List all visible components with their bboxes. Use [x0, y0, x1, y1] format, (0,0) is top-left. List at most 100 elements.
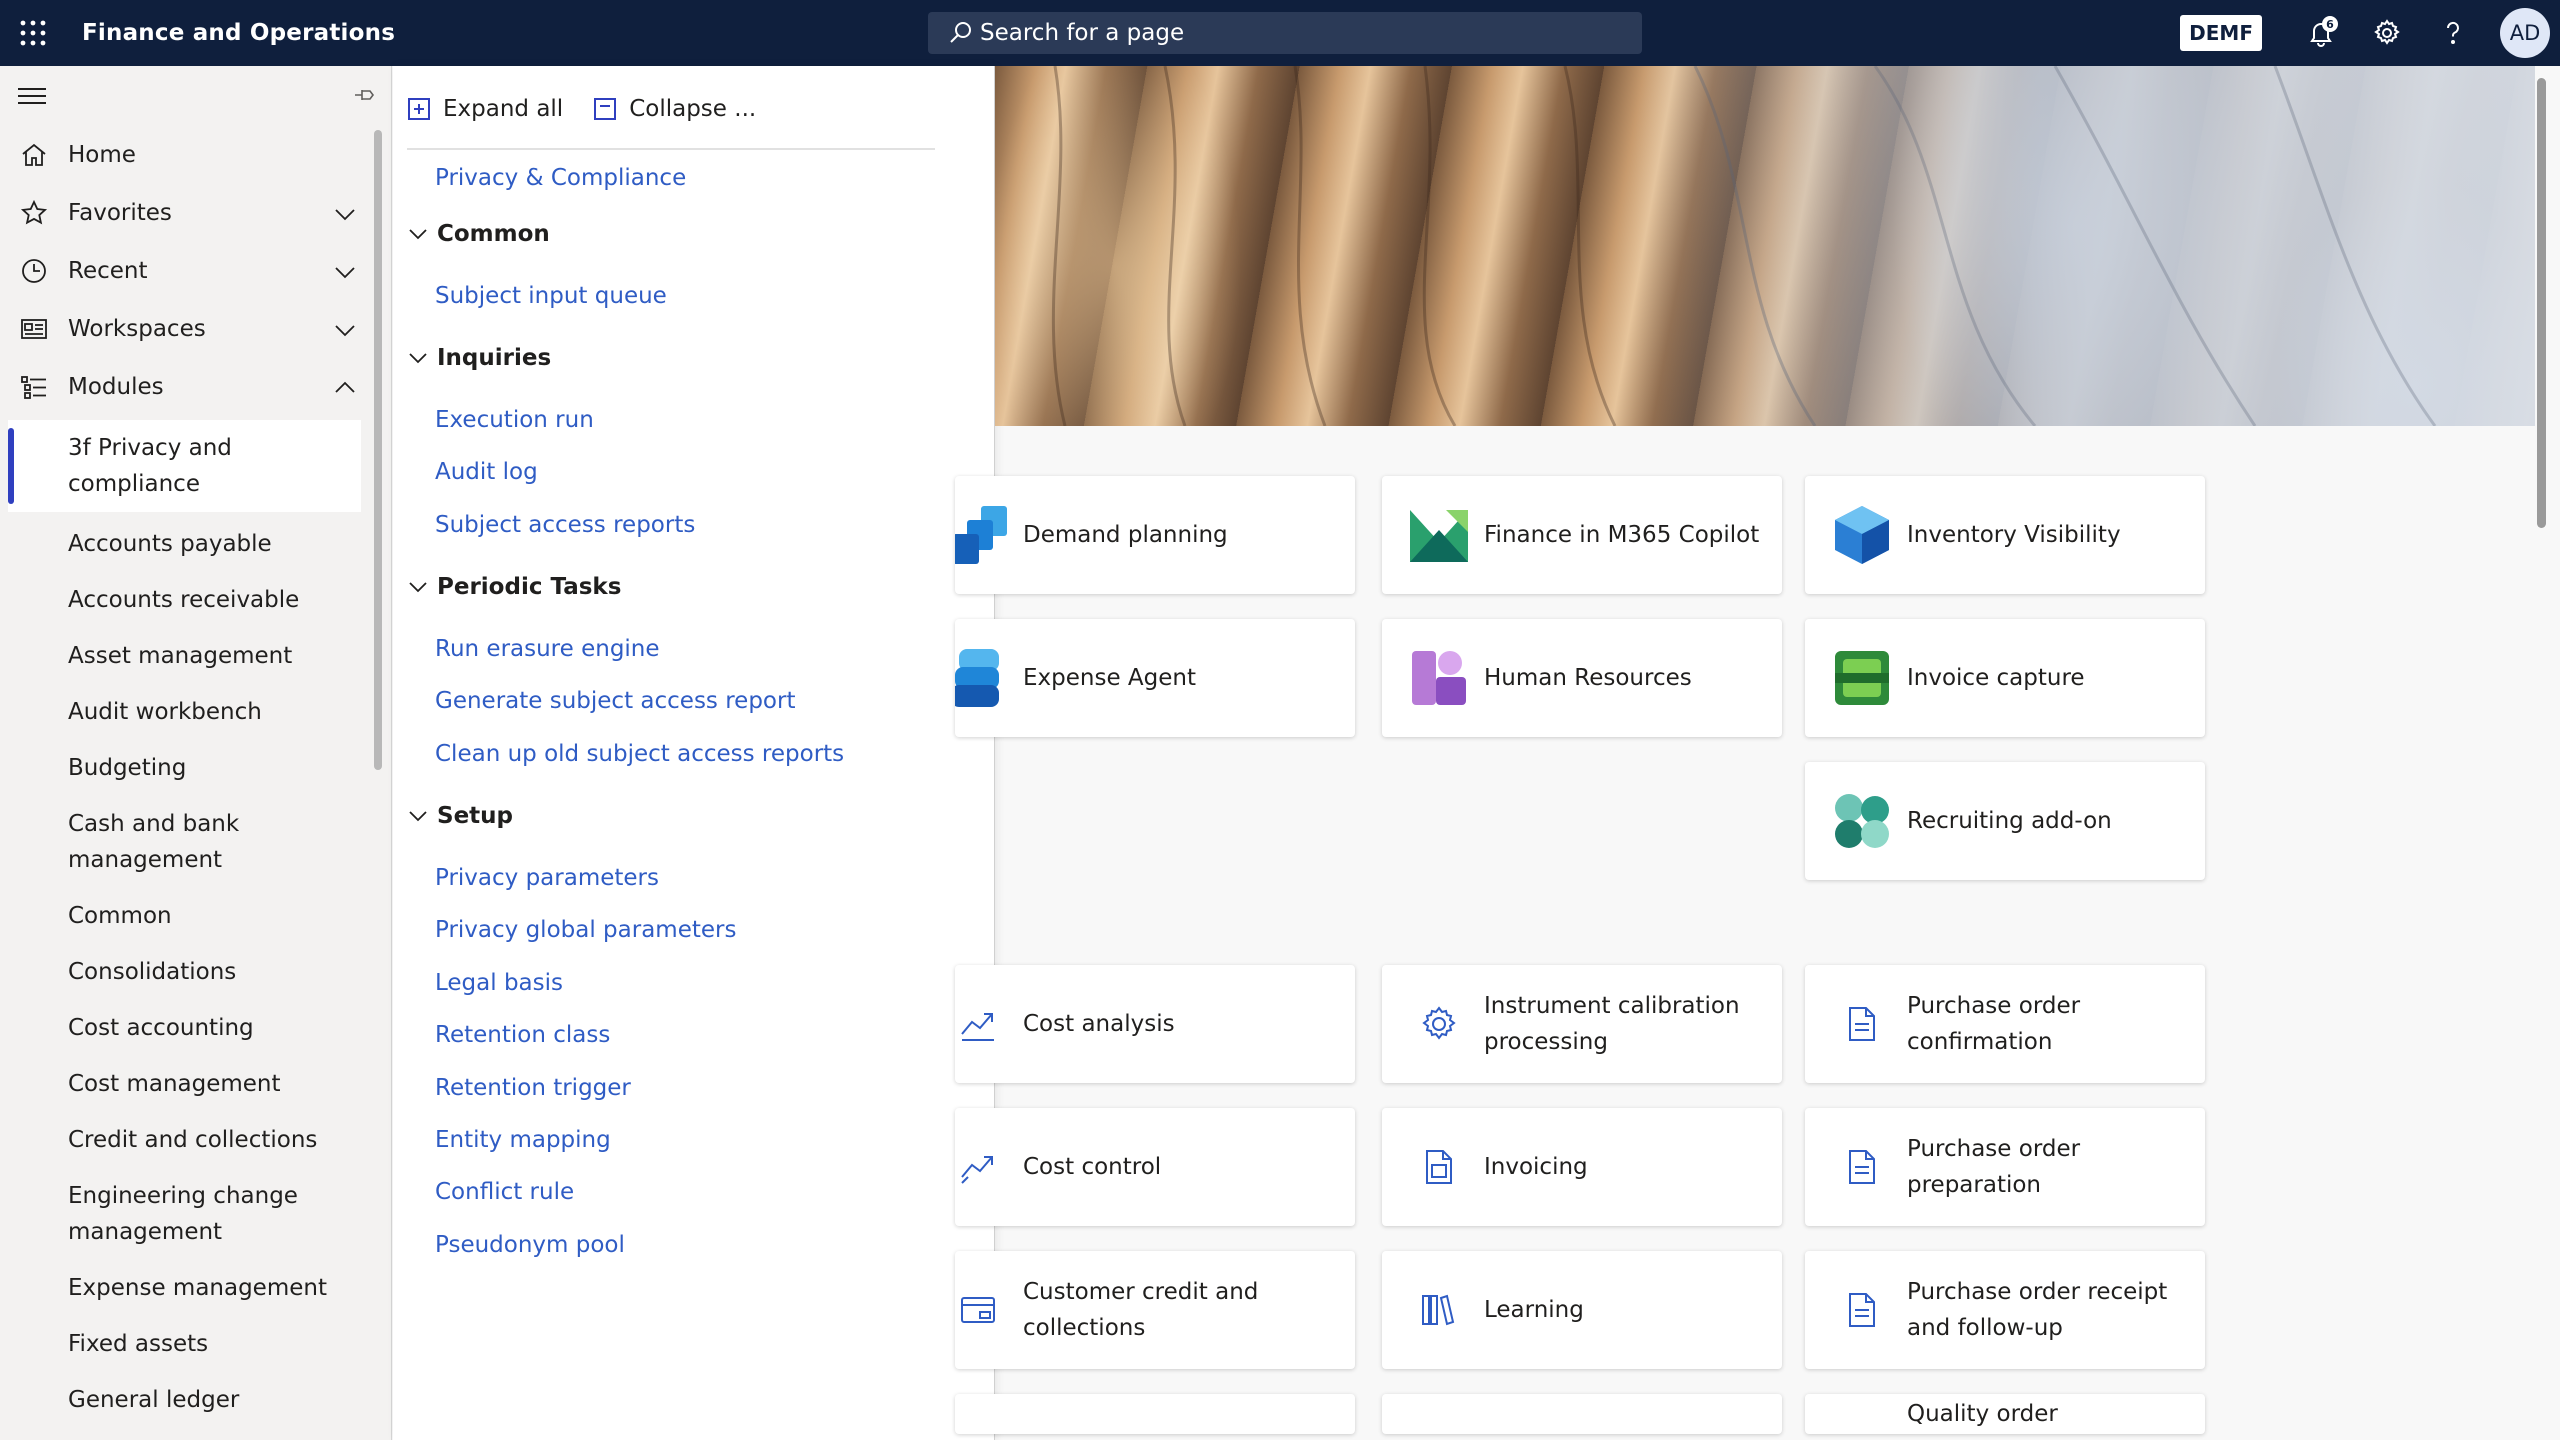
flyout-link[interactable]: Run erasure engine [435, 636, 660, 662]
module-item[interactable]: Asset management [0, 628, 391, 684]
module-item[interactable]: Expense management [0, 1260, 391, 1316]
flyout-link[interactable]: Subject access reports [435, 512, 695, 538]
chevron-down-icon [409, 811, 427, 822]
top-bar: Finance and Operations Search for a page… [0, 0, 2560, 66]
app-launcher-icon[interactable] [0, 0, 66, 66]
flyout-link[interactable]: Privacy global parameters [435, 917, 736, 943]
nav-item-label: Home [68, 142, 136, 168]
document-icon [1829, 1134, 1895, 1200]
tile-partial[interactable] [955, 1394, 1355, 1434]
chevron-down-icon[interactable] [332, 259, 358, 285]
invoice-icon [1406, 1134, 1472, 1200]
module-item[interactable]: Cash and bank management [0, 796, 391, 888]
flyout-link[interactable]: Retention trigger [435, 1075, 631, 1101]
search-placeholder: Search for a page [980, 20, 1185, 46]
expand-all-button[interactable]: Expand all [407, 96, 563, 122]
flyout-link[interactable]: Audit log [435, 459, 538, 485]
flyout-link[interactable]: Privacy parameters [435, 865, 659, 891]
tile-purchase-order-preparation[interactable]: Purchase order preparation [1805, 1108, 2205, 1226]
tile-demand-planning[interactable]: Demand planning [955, 476, 1355, 594]
help-button[interactable] [2420, 0, 2486, 66]
module-item[interactable]: Budgeting [0, 740, 391, 796]
nav-item-workspaces[interactable]: Workspaces [0, 300, 391, 358]
navigation-pane: Home Favorites Recent Workspaces Modules… [0, 66, 392, 1440]
tile-recruiting-add-on[interactable]: Recruiting add-on [1805, 762, 2205, 880]
chevron-down-icon [409, 353, 427, 364]
tile-purchase-order-confirmation[interactable]: Purchase order confirmation [1805, 965, 2205, 1083]
module-item[interactable]: Accounts payable [0, 516, 391, 572]
tile-finance-m365-copilot[interactable]: Finance in M365 Copilot [1382, 476, 1782, 594]
module-item[interactable]: General ledger [0, 1372, 391, 1428]
flyout-link-privacy-compliance[interactable]: Privacy & Compliance [435, 165, 686, 191]
chevron-down-icon[interactable] [332, 201, 358, 227]
tile-quality-order-processing[interactable]: Quality order processing [1805, 1394, 2205, 1434]
tile-cost-analysis[interactable]: Cost analysis [955, 965, 1355, 1083]
flyout-link[interactable]: Conflict rule [435, 1179, 574, 1205]
nav-item-label: Workspaces [68, 316, 206, 342]
module-item[interactable]: Credit and collections [0, 1112, 391, 1168]
module-item[interactable]: Common [0, 888, 391, 944]
module-item[interactable]: Audit workbench [0, 684, 391, 740]
flyout-group-inquiries[interactable]: Inquiries [407, 345, 551, 371]
document-icon [1829, 1277, 1895, 1343]
tile-instrument-calibration[interactable]: Instrument calibration processing [1382, 965, 1782, 1083]
nav-item-favorites[interactable]: Favorites [0, 184, 391, 242]
module-item[interactable]: Cost accounting [0, 1000, 391, 1056]
collapse-all-button[interactable]: Collapse ... [593, 96, 756, 122]
flyout-link[interactable]: Entity mapping [435, 1127, 611, 1153]
expand-icon [408, 98, 430, 120]
nav-item-recent[interactable]: Recent [0, 242, 391, 300]
tile-invoicing[interactable]: Invoicing [1382, 1108, 1782, 1226]
user-avatar[interactable]: AD [2500, 8, 2550, 58]
flyout-link[interactable]: Pseudonym pool [435, 1232, 625, 1258]
flyout-link[interactable]: Execution run [435, 407, 594, 433]
gear-icon [2374, 19, 2400, 45]
tile-expense-agent[interactable]: Expense Agent [955, 619, 1355, 737]
flyout-group-common[interactable]: Common [407, 221, 550, 247]
books-icon [1406, 1277, 1472, 1343]
pin-icon[interactable] [352, 82, 378, 108]
tile-customer-credit-collections[interactable]: Customer credit and collections [955, 1251, 1355, 1369]
flyout-link[interactable]: Clean up old subject access reports [435, 741, 844, 767]
app-title[interactable]: Finance and Operations [82, 20, 395, 46]
flyout-group-periodic-tasks[interactable]: Periodic Tasks [407, 574, 621, 600]
tile-human-resources[interactable]: Human Resources [1382, 619, 1782, 737]
nav-item-label: Modules [68, 374, 164, 400]
module-item[interactable]: Accounts receivable [0, 572, 391, 628]
gear-icon [1406, 991, 1472, 1057]
flyout-link[interactable]: Retention class [435, 1022, 610, 1048]
nav-scrollbar[interactable] [374, 130, 382, 770]
settings-button[interactable] [2354, 0, 2420, 66]
tile-partial[interactable] [1382, 1394, 1782, 1434]
invoice-capture-icon [1829, 645, 1895, 711]
hamburger-menu-icon[interactable] [16, 84, 48, 108]
tile-learning[interactable]: Learning [1382, 1251, 1782, 1369]
tile-purchase-order-receipt[interactable]: Purchase order receipt and follow-up [1805, 1251, 2205, 1369]
flyout-link[interactable]: Generate subject access report [435, 688, 795, 714]
chevron-up-icon[interactable] [332, 375, 358, 401]
module-item[interactable]: Fixed assets [0, 1316, 391, 1372]
company-picker[interactable]: DEMF [2180, 15, 2262, 51]
nav-item-modules[interactable]: Modules [0, 358, 391, 416]
flyout-group-setup[interactable]: Setup [407, 803, 513, 829]
search-input[interactable]: Search for a page [928, 12, 1642, 54]
flyout-link[interactable]: Legal basis [435, 970, 563, 996]
nav-item-label: Favorites [68, 200, 172, 226]
module-item-privacy-compliance[interactable]: 3f Privacy and compliance [8, 420, 361, 512]
tile-cost-control[interactable]: Cost control [955, 1108, 1355, 1226]
tile-inventory-visibility[interactable]: Inventory Visibility [1805, 476, 2205, 594]
expense-agent-icon [955, 645, 1011, 711]
tile-invoice-capture[interactable]: Invoice capture [1805, 619, 2205, 737]
flyout-link[interactable]: Subject input queue [435, 283, 667, 309]
module-item[interactable]: Consolidations [0, 944, 391, 1000]
notifications-button[interactable]: 6 [2288, 0, 2354, 66]
main-scrollbar[interactable] [2537, 78, 2546, 528]
module-item[interactable]: Engineering change management [0, 1168, 391, 1260]
hero-banner-image [995, 66, 2535, 426]
module-item[interactable]: Cost management [0, 1056, 391, 1112]
chevron-down-icon [409, 582, 427, 593]
chevron-down-icon [409, 229, 427, 240]
nav-item-home[interactable]: Home [0, 126, 391, 184]
chevron-down-icon[interactable] [332, 317, 358, 343]
star-icon [18, 197, 50, 229]
